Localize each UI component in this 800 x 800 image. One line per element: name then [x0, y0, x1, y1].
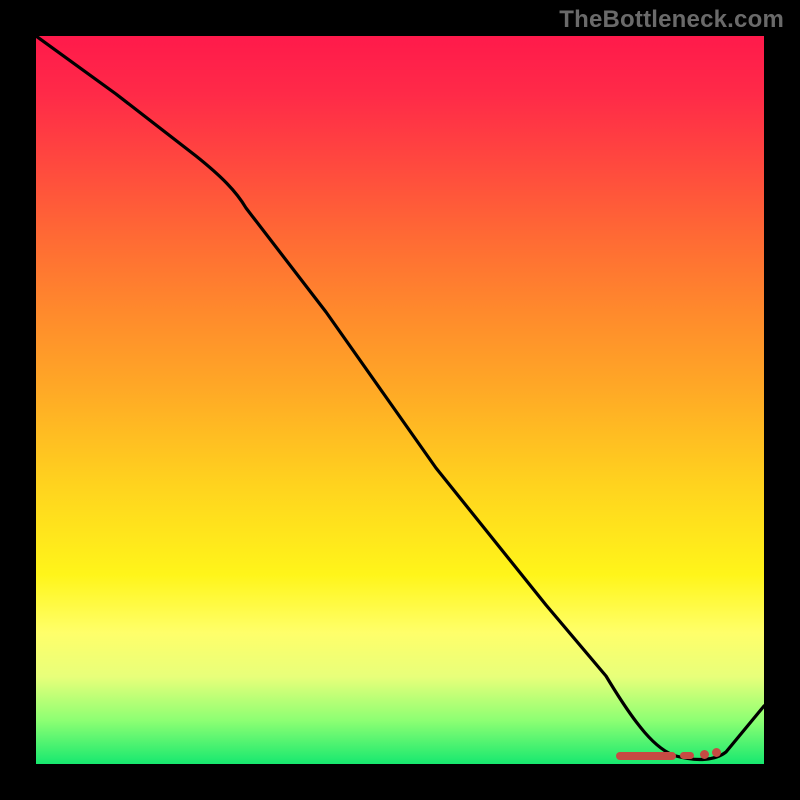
line-chart — [36, 36, 764, 764]
chart-container: TheBottleneck.com — [0, 0, 800, 800]
watermark-text: TheBottleneck.com — [559, 6, 784, 34]
optimal-range-marker — [616, 752, 676, 760]
optimal-range-marker-2 — [680, 752, 694, 759]
bottleneck-curve — [36, 36, 764, 759]
optimal-range-dot-2 — [712, 748, 721, 757]
optimal-range-dot — [700, 750, 709, 759]
plot-area — [36, 36, 764, 764]
